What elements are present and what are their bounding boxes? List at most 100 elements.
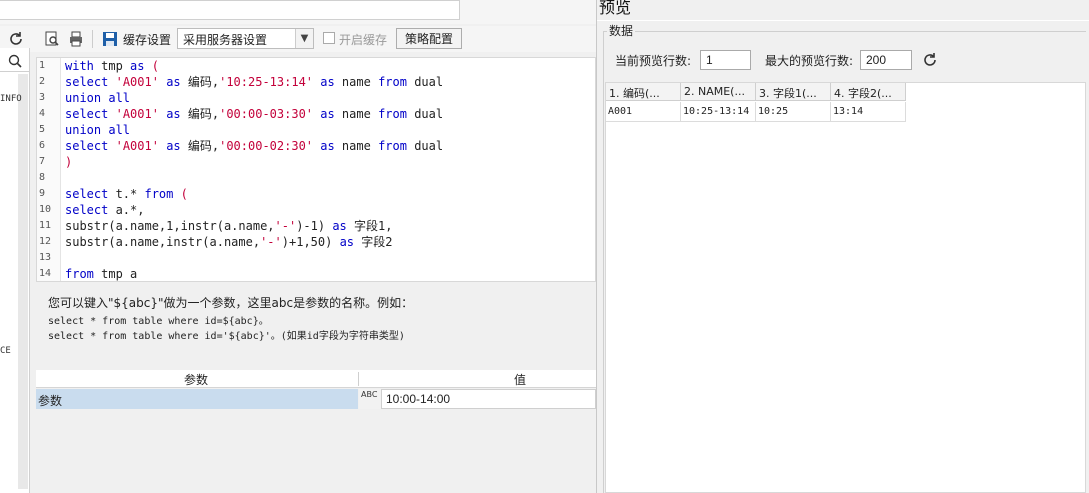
preview-result-grid[interactable]: 1. 编码(... 2. NAME(... 3. 字段1(... 4. 字段2(… — [605, 82, 1086, 493]
code-token: t.* — [108, 187, 145, 201]
result-column-header[interactable]: 1. 编码(... — [606, 83, 681, 101]
current-rows-input[interactable]: 1 — [700, 50, 751, 70]
column-header-param[interactable]: 参数 — [184, 371, 208, 388]
code-line[interactable]: 10 select a.*, — [37, 202, 595, 218]
code-token: with — [65, 59, 94, 73]
code-token: from — [378, 107, 407, 121]
line-number: 6 — [39, 140, 46, 151]
result-cell[interactable]: 13:14 — [831, 102, 906, 122]
code-token: as — [320, 75, 335, 89]
code-token: 字段2 — [354, 235, 393, 249]
parameter-value-input[interactable]: 10:00-14:00 — [381, 389, 596, 409]
code-token: from — [65, 267, 94, 281]
code-token: 'A001' — [115, 139, 159, 153]
code-token: tmp a — [93, 267, 138, 281]
line-number: 3 — [39, 92, 46, 103]
code-token: dual — [406, 139, 444, 153]
code-token: as — [166, 107, 181, 121]
strategy-config-button[interactable]: 策略配置 — [396, 28, 462, 49]
code-token: 'A001' — [115, 75, 159, 89]
code-token: from — [378, 139, 407, 153]
parameter-name-cell[interactable]: 参数 — [36, 389, 358, 409]
code-text: with tmp as ( — [65, 58, 159, 74]
sidebar-scrollbar[interactable] — [18, 74, 28, 489]
line-number: 5 — [39, 124, 46, 135]
refresh-icon[interactable] — [920, 50, 940, 70]
result-column-header[interactable]: 2. NAME(... — [681, 83, 756, 101]
enable-cache-label: 开启缓存 — [339, 33, 388, 47]
code-text: ) — [65, 154, 72, 170]
sql-code-editor[interactable]: 1 with tmp as (2 select 'A001' as 编码,'10:2… — [36, 57, 596, 282]
code-token: substr(a.name,1,instr(a.name, — [65, 219, 275, 233]
code-line[interactable]: 11 substr(a.name,1,instr(a.name,'-')-1) a… — [37, 218, 595, 234]
line-number: 10 — [39, 204, 52, 215]
string-type-icon[interactable]: ABC — [359, 389, 381, 409]
code-token: union all — [65, 123, 131, 137]
code-token: '-' — [260, 235, 282, 249]
code-line[interactable]: 7) — [37, 154, 595, 170]
column-header-value[interactable]: 值 — [514, 371, 526, 388]
preview-title: 预览 — [599, 0, 632, 17]
code-line[interactable]: 6 select 'A001' as 编码,'00:00-02:30' as na… — [37, 138, 595, 154]
parameter-row[interactable]: 参数 ABC 10:00-14:00 — [36, 389, 596, 409]
code-token: tmp — [93, 59, 131, 73]
code-token: as — [320, 139, 335, 153]
code-token: 编码, — [180, 139, 220, 153]
code-text: substr(a.name,1,instr(a.name,'-')-1) as … — [65, 218, 392, 234]
cache-mode-value: 采用服务器设置 — [183, 33, 268, 47]
search-icon[interactable] — [0, 50, 30, 72]
code-token: name — [334, 139, 379, 153]
enable-cache-checkbox[interactable] — [323, 32, 335, 44]
hint-line-3: select * from table where id='${abc}'。(如… — [48, 331, 405, 342]
code-line[interactable]: 12 substr(a.name,instr(a.name,'-')+1,50) … — [37, 234, 595, 250]
code-token: )-1) — [296, 219, 333, 233]
refresh-icon[interactable] — [6, 29, 26, 49]
code-token: select — [65, 203, 109, 217]
code-line[interactable]: 1 with tmp as ( — [37, 58, 595, 74]
preview-pane: 预览 数据 当前预览行数: 1 最大的预览行数: 200 1. 编码(... 2… — [596, 0, 1089, 493]
code-token: from — [378, 75, 407, 89]
code-token: select — [65, 187, 109, 201]
code-token: '00:00-02:30' — [219, 139, 314, 153]
result-cell[interactable]: 10:25 — [756, 102, 831, 122]
code-text: select 'A001' as 编码,'10:25-13:14' as nam… — [65, 74, 443, 90]
path-input[interactable] — [0, 0, 460, 20]
sidebar-label-info: INFO — [0, 94, 22, 104]
code-token: as — [332, 219, 347, 233]
code-token: as — [130, 59, 145, 73]
code-line[interactable]: 14 from tmp a — [37, 266, 595, 281]
code-line[interactable]: 3 union all — [37, 90, 595, 106]
find-in-file-icon[interactable] — [42, 29, 62, 49]
sidebar-label-ce: CE — [0, 346, 11, 356]
cache-mode-select[interactable]: 采用服务器设置 ▼ — [177, 28, 314, 49]
print-icon[interactable] — [66, 29, 86, 49]
parameter-grid-header: 参数 值 — [36, 370, 596, 388]
chevron-down-icon[interactable]: ▼ — [295, 29, 313, 48]
result-cell[interactable]: 10:25-13:14 — [681, 102, 756, 122]
code-text: union all — [65, 122, 130, 138]
code-line[interactable]: 9 select t.* from ( — [37, 186, 595, 202]
code-line[interactable]: 13 — [37, 250, 595, 266]
code-token: name — [334, 75, 379, 89]
max-rows-input[interactable]: 200 — [860, 50, 912, 70]
code-token: a.*, — [108, 203, 145, 217]
result-column-header[interactable]: 3. 字段1(... — [756, 83, 831, 101]
line-number: 7 — [39, 156, 46, 167]
code-line[interactable]: 2 select 'A001' as 编码,'10:25-13:14' as na… — [37, 74, 595, 90]
header-separator — [358, 372, 359, 386]
code-token: '-' — [274, 219, 297, 233]
code-text: substr(a.name,instr(a.name,'-')+1,50) as… — [65, 234, 392, 250]
hint-line-2: select * from table where id=${abc}。 — [48, 316, 269, 327]
code-text: select 'A001' as 编码,'00:00-03:30' as nam… — [65, 106, 443, 122]
save-icon[interactable] — [100, 29, 120, 49]
code-line[interactable]: 4 select 'A001' as 编码,'00:00-03:30' as na… — [37, 106, 595, 122]
code-token: dual — [406, 107, 444, 121]
code-line[interactable]: 5 union all — [37, 122, 595, 138]
code-token: name — [334, 107, 379, 121]
result-column-header[interactable]: 4. 字段2(... — [831, 83, 906, 101]
code-line[interactable]: 8 — [37, 170, 595, 186]
result-cell[interactable]: A001 — [606, 102, 681, 122]
